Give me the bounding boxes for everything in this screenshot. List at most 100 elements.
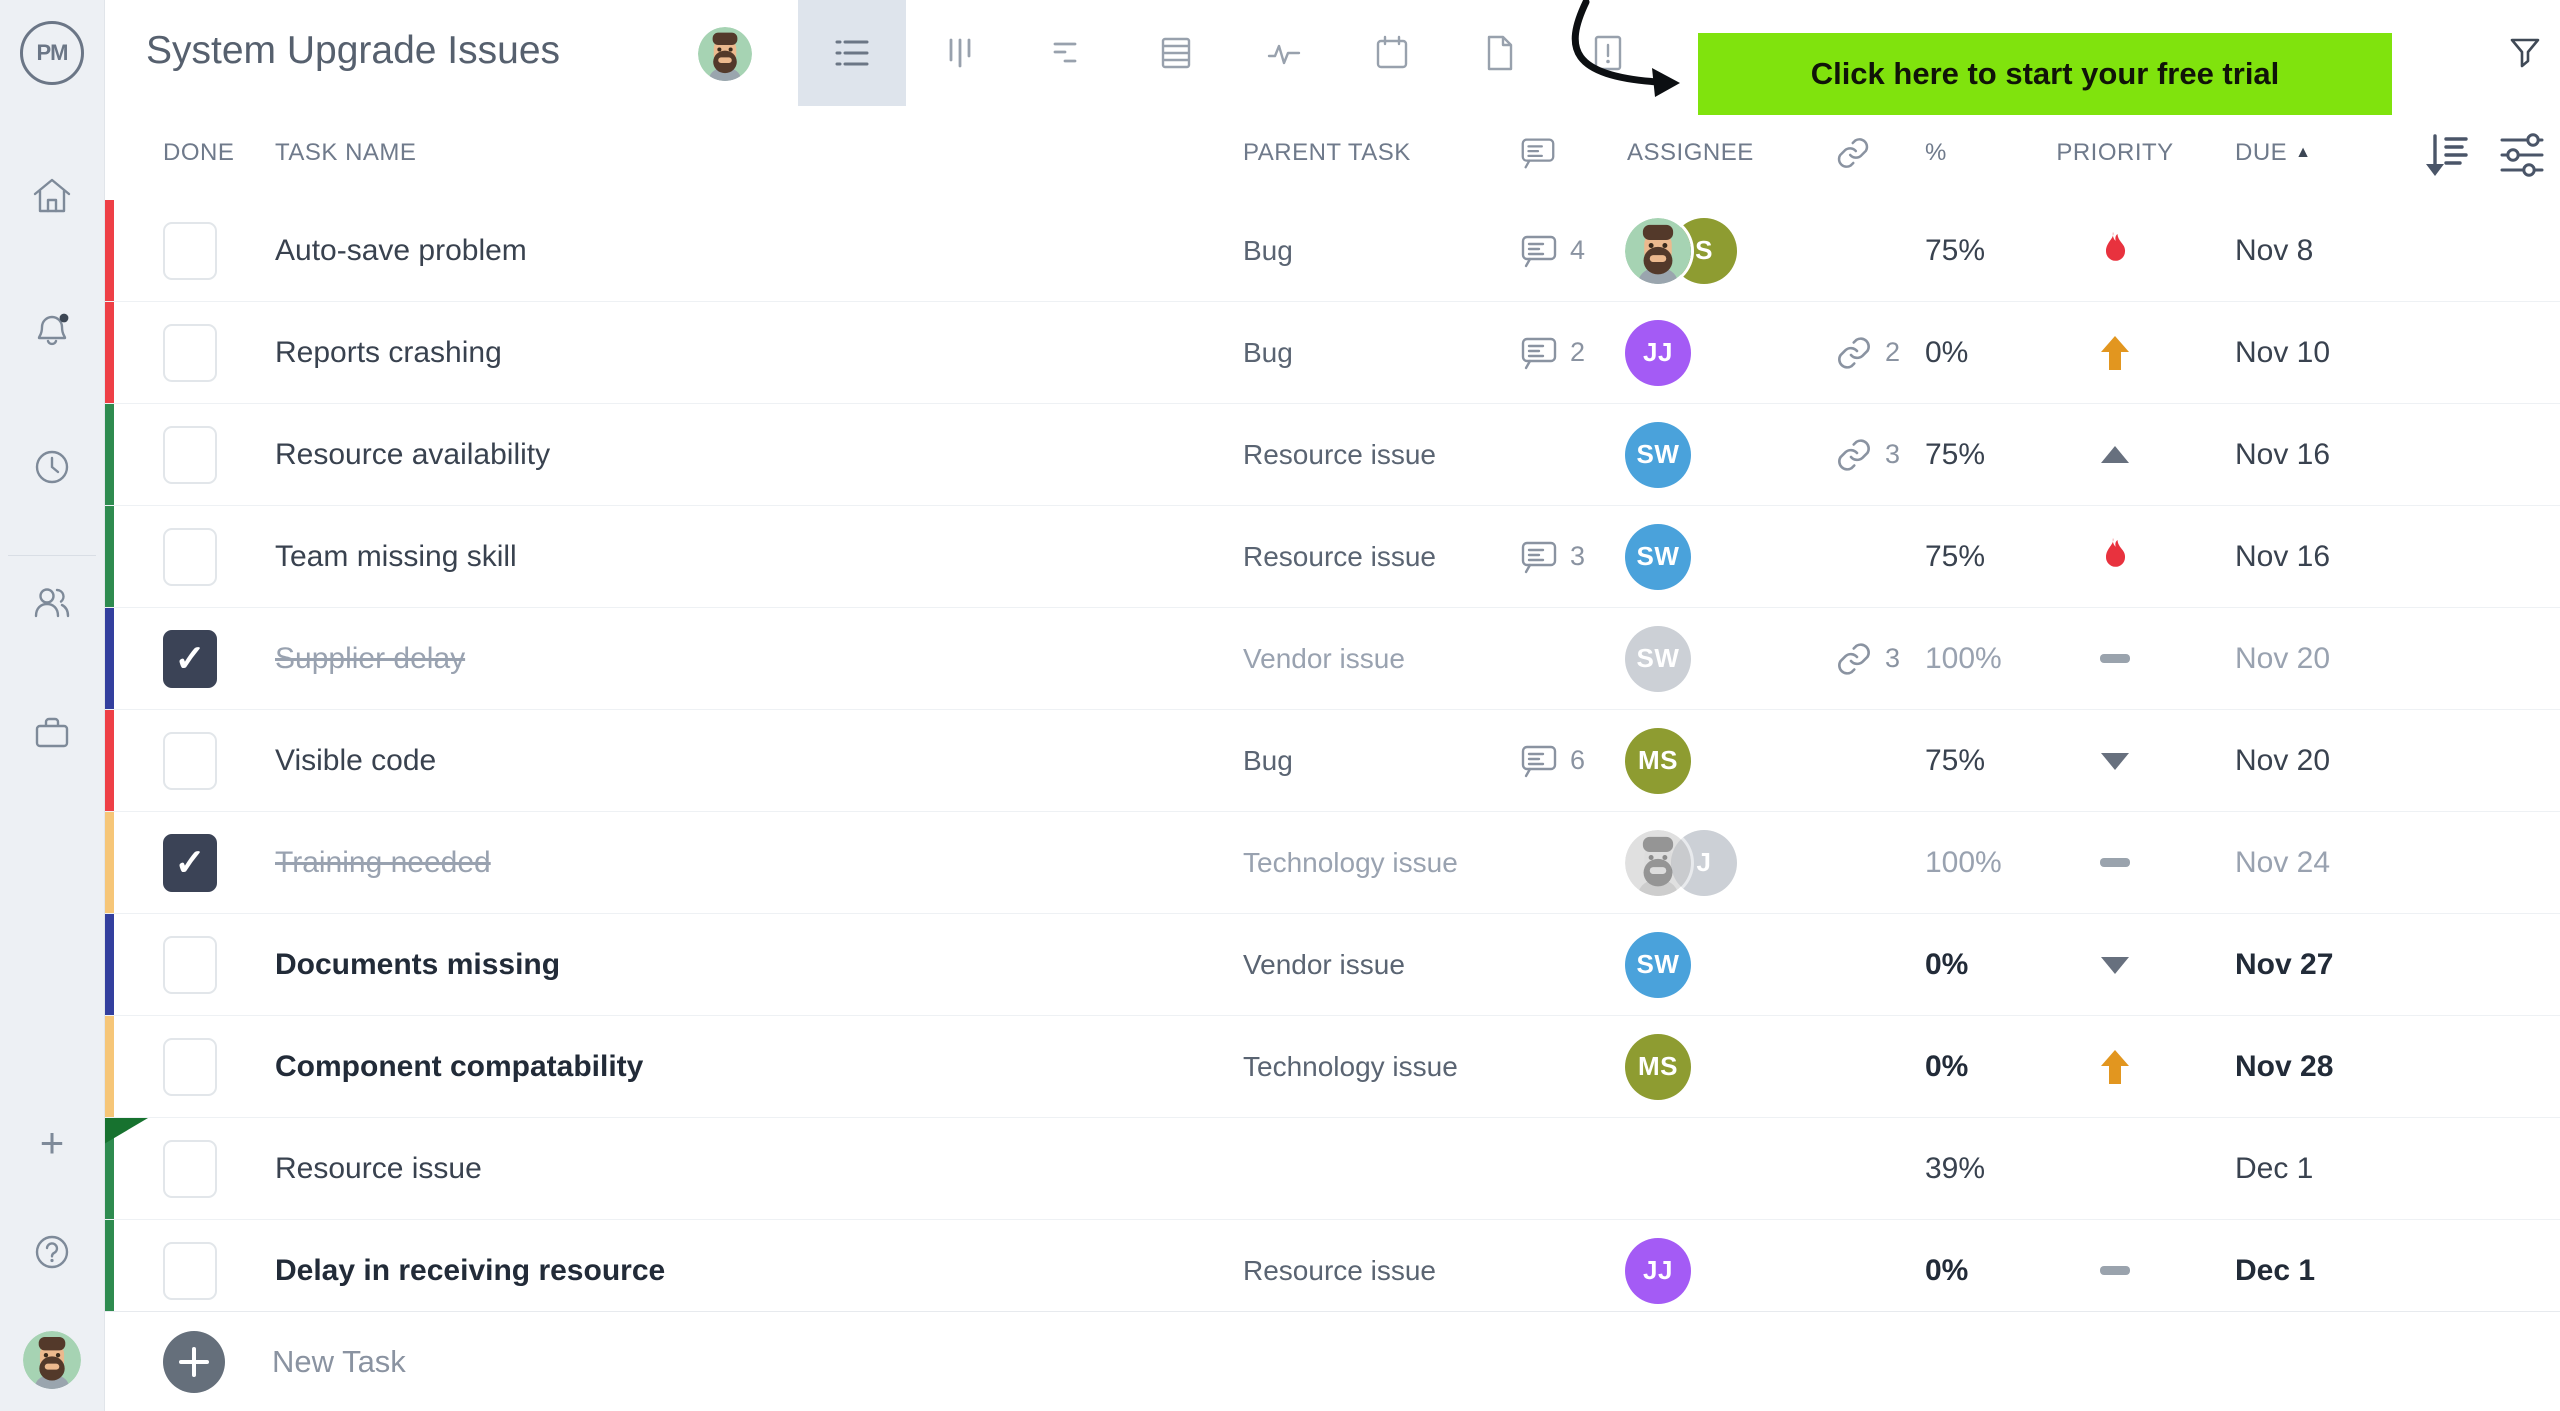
free-trial-banner[interactable]: Click here to start your free trial — [1698, 33, 2392, 115]
project-owner-avatar[interactable] — [698, 27, 752, 81]
task-name[interactable]: Team missing skill — [275, 540, 1243, 574]
table-row[interactable]: Team missing skill Resource issue 3 SW 75% No… — [104, 506, 2560, 608]
done-checkbox[interactable] — [163, 425, 217, 484]
view-list-view-icon[interactable] — [798, 0, 906, 106]
priority-none-icon[interactable] — [2100, 654, 2130, 663]
avatar-initials[interactable]: JJ — [1625, 1237, 1691, 1304]
view-plan-view-icon[interactable] — [1014, 0, 1122, 106]
table-row[interactable]: Visible code Bug 6 MS 75% Nov 20 — [104, 710, 2560, 812]
avatar-photo[interactable] — [1625, 217, 1691, 284]
task-name[interactable]: Auto-save problem — [275, 234, 1243, 268]
task-name[interactable]: Resource issue — [275, 1152, 1243, 1186]
column-attachments-icon[interactable] — [1825, 133, 1920, 173]
avatar-photo[interactable] — [1625, 829, 1691, 896]
priority-urgent-icon[interactable] — [2093, 535, 2137, 579]
project-title[interactable]: System Upgrade Issues — [146, 29, 560, 73]
task-name[interactable]: Reports crashing — [275, 336, 1243, 370]
comments-cell[interactable]: 3 — [1510, 536, 1615, 578]
table-row[interactable]: ✓ Training needed Technology issue J 100% Nov… — [104, 812, 2560, 914]
table-row[interactable]: Delay in receiving resource Resource issu… — [104, 1220, 2560, 1322]
table-row[interactable]: Documents missing Vendor issue SW 0% Nov 27 — [104, 914, 2560, 1016]
priority-low-icon[interactable] — [2093, 943, 2137, 987]
priority-low-icon[interactable] — [2093, 739, 2137, 783]
table-row[interactable]: Resource availability Resource issue SW 3 75… — [104, 404, 2560, 506]
column-due[interactable]: DUE ▲ — [2185, 139, 2395, 167]
help-icon[interactable] — [29, 1229, 75, 1275]
done-checkbox[interactable] — [163, 731, 217, 790]
done-checkbox[interactable] — [163, 221, 217, 280]
done-checkbox[interactable]: ✓ — [163, 629, 217, 688]
table-row[interactable]: ✓ Supplier delay Vendor issue SW 3 100% Nov 20 — [104, 608, 2560, 710]
priority-urgent-icon[interactable] — [2093, 229, 2137, 273]
column-done[interactable]: DONE — [104, 139, 275, 167]
view-calendar-view-icon[interactable] — [1338, 0, 1446, 106]
column-percent[interactable]: % — [1920, 139, 2045, 167]
recent-clock-icon[interactable] — [29, 444, 75, 490]
done-checkbox[interactable] — [163, 527, 217, 586]
view-sheet-view-icon[interactable] — [1122, 0, 1230, 106]
task-name[interactable]: Visible code — [275, 744, 1243, 778]
task-name[interactable]: Component compatability — [275, 1050, 1243, 1084]
home-icon[interactable] — [29, 173, 75, 219]
priority-high-icon[interactable] — [2093, 331, 2137, 375]
task-name[interactable]: Supplier delay — [275, 642, 1243, 676]
table-row[interactable]: Auto-save problem Bug 4 S 75% Nov 8 — [104, 200, 2560, 302]
done-checkbox[interactable] — [163, 1037, 217, 1096]
done-checkbox[interactable] — [163, 323, 217, 382]
sort-descending-icon[interactable] — [2422, 130, 2472, 180]
priority-high-icon[interactable] — [2093, 1045, 2137, 1089]
done-checkbox[interactable] — [163, 1139, 217, 1198]
portfolio-briefcase-icon[interactable] — [29, 710, 75, 756]
view-issues-view-icon[interactable] — [1554, 0, 1662, 106]
view-activity-view-icon[interactable] — [1230, 0, 1338, 106]
avatar-initials[interactable]: SW — [1625, 421, 1691, 488]
task-name[interactable]: Documents missing — [275, 948, 1243, 982]
task-name[interactable]: Resource availability — [275, 438, 1243, 472]
priority-medium-icon[interactable] — [2093, 433, 2137, 477]
avatar-initials[interactable]: SW — [1625, 523, 1691, 590]
priority-none-icon[interactable] — [2100, 1266, 2130, 1275]
filter-icon[interactable] — [2500, 30, 2550, 80]
task-name[interactable]: Delay in receiving resource — [275, 1254, 1243, 1288]
new-task-plus-icon[interactable] — [163, 1331, 225, 1393]
team-people-icon[interactable] — [29, 579, 75, 625]
avatar-initials[interactable]: MS — [1625, 727, 1691, 794]
attachments-cell[interactable]: 2 — [1825, 332, 1920, 374]
avatar-initials[interactable]: SW — [1625, 931, 1691, 998]
avatar-initials[interactable]: JJ — [1625, 319, 1691, 386]
add-plus-icon[interactable]: + — [29, 1120, 75, 1166]
pm-logo[interactable]: PM — [20, 21, 84, 85]
attachments-cell[interactable]: 3 — [1825, 434, 1920, 476]
column-assignee[interactable]: ASSIGNEE — [1615, 139, 1825, 167]
user-avatar[interactable] — [23, 1331, 81, 1389]
group-expand-marker[interactable] — [104, 1118, 148, 1144]
done-checkbox[interactable]: ✓ — [163, 833, 217, 892]
table-row[interactable]: Reports crashing Bug 2 JJ 2 0% Nov 10 — [104, 302, 2560, 404]
new-task-row[interactable]: New Task — [104, 1311, 2560, 1411]
done-checkbox[interactable] — [163, 935, 217, 994]
avatar-initials[interactable]: SW — [1625, 625, 1691, 692]
column-settings-sliders-icon[interactable] — [2498, 130, 2548, 180]
new-task-label[interactable]: New Task — [272, 1344, 406, 1380]
assignees-cell: SW — [1615, 421, 1825, 488]
done-checkbox[interactable] — [163, 1241, 217, 1300]
attachments-cell[interactable]: 3 — [1825, 638, 1920, 680]
column-task-name[interactable]: TASK NAME — [275, 139, 1243, 167]
comments-cell[interactable]: 6 — [1510, 740, 1615, 782]
column-parent-task[interactable]: PARENT TASK — [1243, 139, 1510, 167]
comments-cell[interactable]: 4 — [1510, 230, 1615, 272]
table-row[interactable]: Resource issue 39% Dec 1 — [104, 1118, 2560, 1220]
table-row[interactable]: Component compatability Technology issue M… — [104, 1016, 2560, 1118]
view-board-view-icon[interactable] — [906, 0, 1014, 106]
comments-cell[interactable]: 2 — [1510, 332, 1615, 374]
view-page-view-icon[interactable] — [1446, 0, 1554, 106]
priority-none-icon[interactable] — [2100, 858, 2130, 867]
column-comments-icon[interactable] — [1510, 133, 1615, 173]
attachment-count: 3 — [1885, 439, 1901, 469]
task-name[interactable]: Training needed — [275, 846, 1243, 880]
due-date: Nov 20 — [2235, 641, 2331, 675]
priority-cell — [2045, 739, 2185, 783]
notifications-bell-icon[interactable] — [29, 308, 75, 354]
column-priority[interactable]: PRIORITY — [2045, 139, 2185, 167]
avatar-initials[interactable]: MS — [1625, 1033, 1691, 1100]
